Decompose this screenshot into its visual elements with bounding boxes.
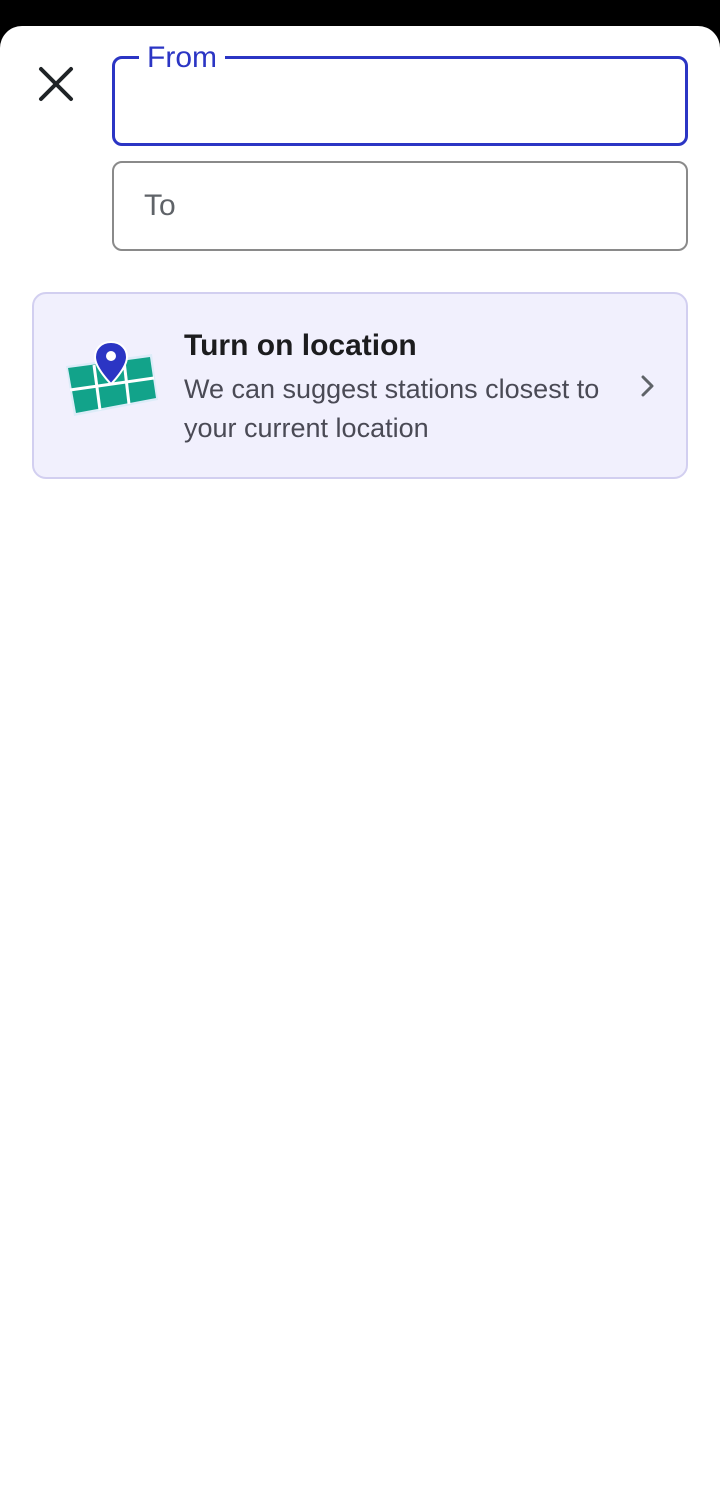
location-card-description: We can suggest stations closest to your … xyxy=(184,374,600,443)
chevron-right-icon xyxy=(641,375,654,397)
status-bar xyxy=(0,0,720,26)
to-field[interactable] xyxy=(112,161,688,251)
from-label: From xyxy=(139,41,225,75)
location-card-title: Turn on location xyxy=(184,329,417,362)
search-sheet: From Turn on location We can suggest sta… xyxy=(0,26,720,1507)
from-field[interactable]: From xyxy=(112,41,688,146)
map-pin-icon xyxy=(66,340,158,416)
close-button[interactable] xyxy=(28,56,84,112)
close-icon xyxy=(39,67,73,101)
turn-on-location-card[interactable]: Turn on location We can suggest stations… xyxy=(32,292,688,479)
to-input[interactable] xyxy=(114,163,686,249)
